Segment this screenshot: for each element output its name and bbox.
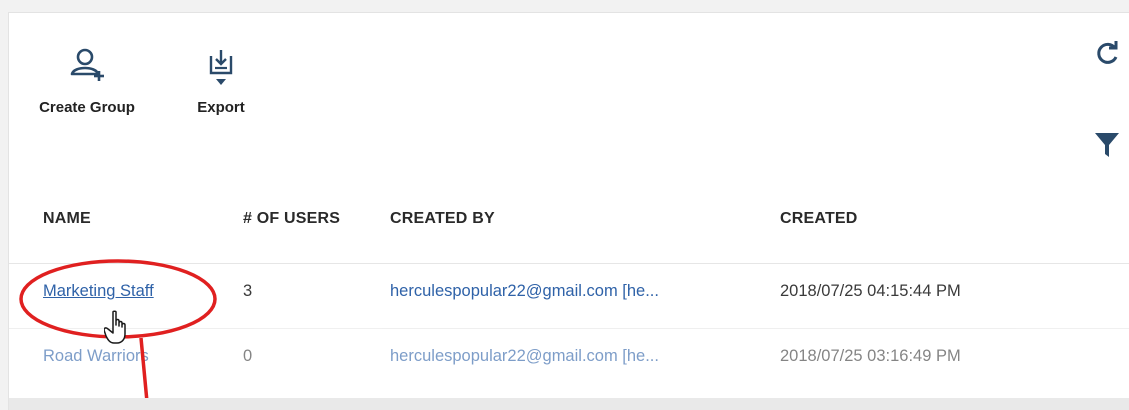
column-header-name[interactable]: NAME — [43, 210, 91, 228]
export-icon — [208, 41, 234, 93]
group-name-link[interactable]: Road Warriors — [43, 347, 149, 366]
panel-bottom-edge — [9, 398, 1129, 410]
user-count: 3 — [243, 282, 253, 300]
column-header-created-by[interactable]: CREATED BY — [390, 210, 495, 228]
hand-cursor-icon — [104, 310, 126, 344]
user-groups-panel: Create Group Export NAME # OF USERS CREA… — [8, 12, 1129, 410]
chevron-down-icon — [216, 79, 226, 85]
created-date: 2018/07/25 03:16:49 PM — [780, 347, 961, 365]
created-date: 2018/07/25 04:15:44 PM — [780, 282, 961, 300]
created-by-email: herculespopular22@gmail.com [he... — [390, 282, 659, 300]
table-row[interactable]: Road Warriors 0 herculespopular22@gmail.… — [9, 328, 1129, 389]
column-header-created[interactable]: CREATED — [780, 210, 858, 228]
export-label: Export — [197, 99, 245, 116]
group-name-link[interactable]: Marketing Staff — [43, 282, 154, 301]
created-by-email: herculespopular22@gmail.com [he... — [390, 347, 659, 365]
column-header-users[interactable]: # OF USERS — [243, 210, 340, 228]
create-group-button[interactable]: Create Group — [25, 41, 149, 116]
add-user-group-icon — [67, 41, 107, 93]
table-row[interactable]: Marketing Staff 3 herculespopular22@gmai… — [9, 263, 1129, 328]
user-count: 0 — [243, 347, 253, 365]
create-group-label: Create Group — [39, 99, 135, 116]
export-button[interactable]: Export — [189, 41, 253, 116]
filter-icon[interactable] — [1094, 131, 1120, 164]
groups-table: NAME # OF USERS CREATED BY CREATED Marke… — [9, 183, 1129, 389]
refresh-icon[interactable] — [1094, 40, 1120, 73]
table-header: NAME # OF USERS CREATED BY CREATED — [9, 183, 1129, 263]
